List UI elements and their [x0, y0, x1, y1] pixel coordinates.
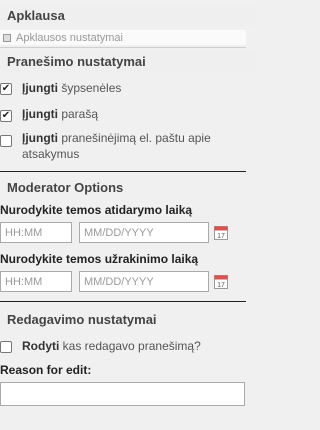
reason-label: Reason for edit: — [0, 363, 92, 377]
calendar-icon[interactable]: 17 — [214, 274, 228, 289]
editing-section-title: Redagavimo nustatymai — [7, 312, 157, 327]
notification-section-title: Pranešimo nustatymai — [0, 52, 256, 72]
survey-section-title: Apklausa — [0, 6, 256, 26]
divider — [0, 47, 246, 48]
divider — [0, 171, 246, 172]
lock-date-input[interactable] — [79, 271, 209, 292]
open-time-input[interactable] — [0, 222, 72, 243]
svg-text:17: 17 — [217, 282, 225, 289]
survey-settings-label: Apklausos nustatymai — [16, 31, 123, 44]
collapse-box-icon — [3, 33, 11, 42]
smilies-option: Įjungti šypsenėles — [22, 81, 122, 95]
survey-settings-link[interactable]: Apklausos nustatymai — [0, 30, 246, 45]
lock-time-label: Nurodykite temos užrakinimo laiką — [0, 252, 199, 266]
smilies-checkbox[interactable]: ✔ — [0, 83, 12, 95]
email-notify-option: Įjungti pranešinėjimą el. paštu apie ats… — [22, 131, 211, 161]
svg-text:17: 17 — [217, 233, 225, 240]
show-editor-checkbox[interactable] — [0, 341, 12, 353]
moderator-section-title: Moderator Options — [7, 180, 124, 195]
show-editor-option: Rodyti kas redagavo pranešimą? — [22, 339, 201, 353]
divider — [0, 301, 246, 302]
email-notify-checkbox[interactable] — [0, 135, 12, 147]
open-time-label: Nurodykite temos atidarymo laiką — [0, 203, 193, 217]
lock-time-input[interactable] — [0, 271, 72, 292]
signature-option: Įjungti parašą — [22, 107, 99, 121]
signature-checkbox[interactable]: ✔ — [0, 110, 12, 122]
reason-input[interactable] — [0, 382, 245, 406]
open-date-input[interactable] — [79, 222, 209, 243]
calendar-icon[interactable]: 17 — [214, 225, 228, 240]
